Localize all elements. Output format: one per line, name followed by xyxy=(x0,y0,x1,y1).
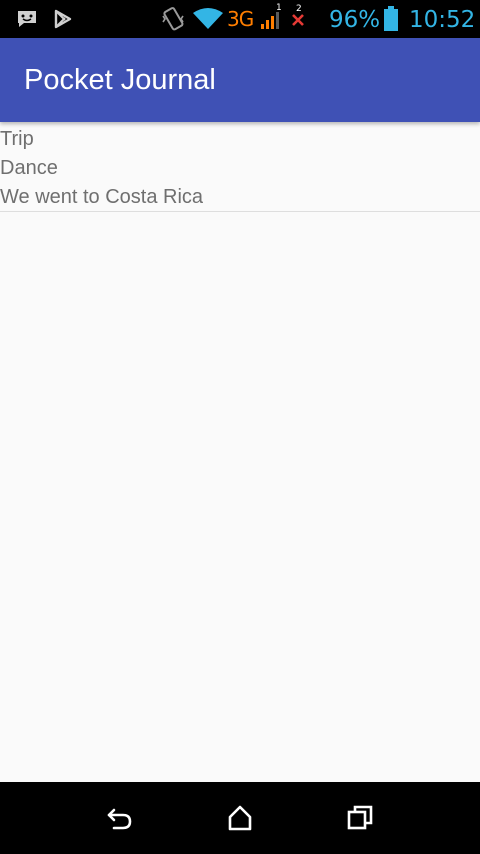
battery-percent: 96% xyxy=(329,7,381,33)
app-bar: Pocket Journal xyxy=(0,38,480,122)
message-icon xyxy=(15,0,39,38)
entry-subtitle: Dance xyxy=(0,157,58,179)
clock: 10:52 xyxy=(409,7,476,33)
entry-title: Trip xyxy=(0,128,34,150)
sim1-label: 1 xyxy=(276,3,282,13)
home-button[interactable] xyxy=(208,782,272,854)
home-icon xyxy=(227,805,253,831)
network-type: 3G xyxy=(227,7,254,31)
play-store-icon xyxy=(53,0,73,38)
navigation-bar xyxy=(0,782,480,854)
no-signal-icon xyxy=(290,8,306,32)
journal-list: Trip Dance We went to Costa Rica xyxy=(0,122,480,782)
vibrate-icon xyxy=(160,0,186,38)
app-title: Pocket Journal xyxy=(24,64,216,96)
screen: 3G 1 2 96% 10:52 Pocket Journal Trip Dan… xyxy=(0,0,480,854)
back-button[interactable] xyxy=(88,782,152,854)
recents-icon xyxy=(347,805,373,831)
battery-icon xyxy=(381,0,401,38)
journal-entry[interactable]: Trip Dance We went to Costa Rica xyxy=(0,125,480,212)
entry-body: We went to Costa Rica xyxy=(0,186,204,208)
status-bar: 3G 1 2 96% 10:52 xyxy=(0,0,480,38)
back-icon xyxy=(106,806,134,830)
recents-button[interactable] xyxy=(328,782,392,854)
wifi-icon xyxy=(192,0,224,38)
